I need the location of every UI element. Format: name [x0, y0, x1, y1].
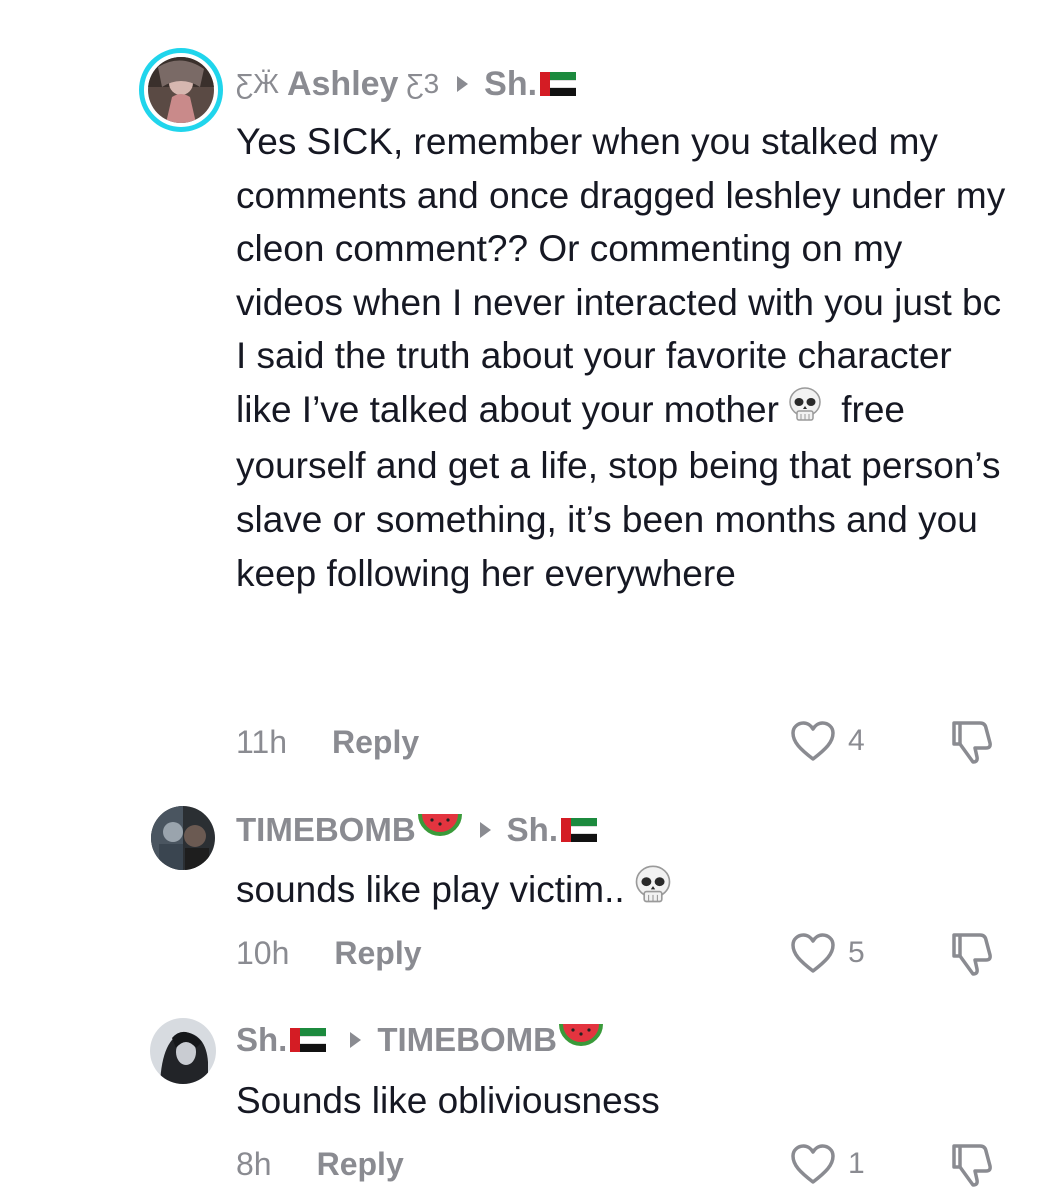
author-decoration-suffix: Ƹ3: [406, 68, 440, 99]
uae-flag-emoji: [290, 1028, 327, 1052]
timestamp: 10h: [236, 934, 290, 971]
heart-icon: [791, 721, 835, 761]
avatar-timebomb[interactable]: [151, 806, 215, 870]
comment-text: sounds like play victim..: [236, 862, 1011, 923]
watermelon-emoji: [559, 1020, 603, 1060]
dislike-icon: [952, 721, 992, 764]
author-name[interactable]: TIMEBOMB: [236, 811, 416, 849]
comment-ashley: ƸӜ Ashley Ƹ3 Sh. Yes SICK, remember when…: [0, 0, 1044, 790]
heart-icon: [791, 933, 835, 973]
comment-text-body: sounds like play victim..: [236, 869, 625, 911]
timestamp: 8h: [236, 1145, 272, 1182]
dislike-icon: [952, 933, 992, 976]
comment-meta: 11h Reply: [236, 722, 419, 762]
author-name[interactable]: Ashley: [287, 65, 399, 104]
reply-to-name[interactable]: TIMEBOMB: [377, 1021, 557, 1059]
reply-button[interactable]: Reply: [317, 1146, 404, 1183]
reply-arrow-icon: [350, 1032, 362, 1048]
dislike-button[interactable]: [947, 1140, 997, 1193]
comment-sh: Sh. TIMEBOMB Sounds like obliviousness 8…: [0, 1000, 1044, 1200]
comment-text-body: Sounds like obliviousness: [236, 1080, 660, 1121]
skull-emoji: [785, 385, 825, 440]
like-button[interactable]: 5: [790, 931, 865, 975]
avatar-sh[interactable]: [150, 1018, 216, 1084]
comment-text: Sounds like obliviousness: [236, 1074, 1011, 1128]
dislike-button[interactable]: [947, 929, 997, 982]
comment-header: Sh. TIMEBOMB: [236, 1020, 603, 1060]
reply-to-name[interactable]: Sh.: [484, 65, 537, 104]
comment-text: Yes SICK, remember when you stalked my c…: [236, 115, 1011, 600]
comment-meta: 10h Reply: [236, 933, 422, 973]
like-button[interactable]: 4: [790, 719, 865, 763]
dislike-icon: [952, 1144, 992, 1187]
reply-arrow-icon: [457, 76, 469, 92]
dislike-button[interactable]: [947, 717, 997, 770]
watermelon-emoji: [417, 810, 462, 850]
comment-meta: 8h Reply: [236, 1144, 404, 1184]
reply-button[interactable]: Reply: [334, 935, 421, 972]
author-name[interactable]: Sh.: [236, 1021, 287, 1059]
uae-flag-emoji: [561, 818, 597, 842]
comment-text-part-1: Yes SICK, remember when you stalked my c…: [236, 121, 1006, 430]
avatar-ashley[interactable]: [148, 57, 214, 123]
like-count: 4: [848, 724, 865, 757]
like-button[interactable]: 1: [790, 1142, 865, 1186]
comment-header: TIMEBOMB Sh.: [236, 810, 597, 850]
reply-arrow-icon: [479, 822, 491, 838]
uae-flag-emoji: [540, 72, 577, 96]
like-count: 5: [848, 936, 865, 969]
comment-timebomb: TIMEBOMB Sh. sounds like play victim.. 1…: [0, 790, 1044, 1000]
reply-to-name[interactable]: Sh.: [507, 811, 558, 849]
timestamp: 11h: [236, 723, 288, 760]
author-decoration-prefix: ƸӜ: [236, 68, 279, 99]
reply-button[interactable]: Reply: [332, 724, 419, 761]
comment-header: ƸӜ Ashley Ƹ3 Sh.: [236, 64, 577, 104]
skull-emoji: [631, 862, 675, 923]
heart-icon: [791, 1144, 835, 1184]
like-count: 1: [848, 1147, 865, 1180]
